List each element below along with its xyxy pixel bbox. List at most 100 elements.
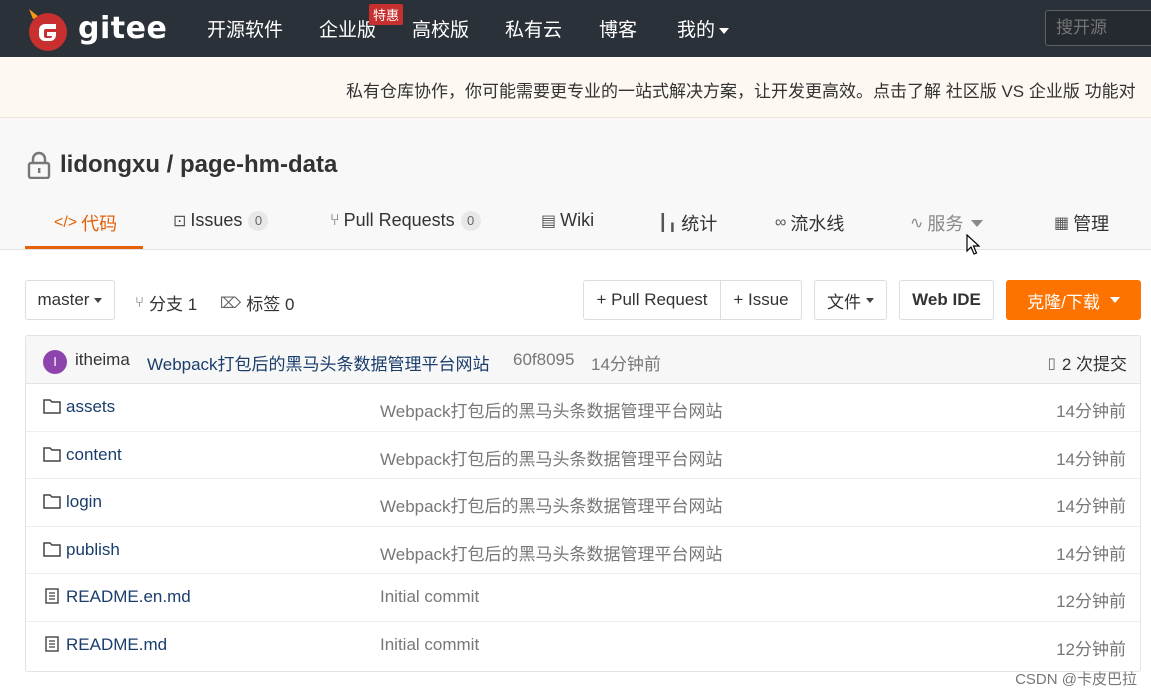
commit-author[interactable]: itheima [75,350,130,370]
repo-separator: / [159,151,180,178]
file-row[interactable]: content Webpack打包后的黑马头条数据管理平台网站 14分钟前 [26,432,1140,479]
active-tab-indicator [25,246,143,249]
tab-wiki-label: Wiki [560,210,595,230]
commit-count-link[interactable]: ▯ 2 次提交 [1048,350,1127,375]
file-commit-message[interactable]: Initial commit [380,635,479,655]
lock-icon [27,151,51,179]
file-commit-time: 14分钟前 [1056,449,1126,469]
chevron-down-icon [971,219,984,227]
tab-code[interactable]: </> 代码 [54,210,117,236]
file-commit-message[interactable]: Webpack打包后的黑马头条数据管理平台网站 [380,397,723,422]
wiki-icon: ▤ [541,212,557,230]
tab-stats[interactable]: ┃╻ 统计 [658,210,717,236]
file-name[interactable]: README.en.md [66,587,191,607]
branch-icon: ⑂ [135,294,145,311]
gitee-logo[interactable]: gitee [25,5,167,51]
file-commit-time: 14分钟前 [1056,402,1126,421]
file-menu-label: 文件 [827,292,861,312]
branch-select-label: master [37,290,90,309]
tag-icon: ⌦ [220,294,242,312]
nav-mine[interactable]: 我的 [677,15,730,42]
tab-pr-label: Pull Requests [343,210,455,230]
repo-name[interactable]: page-hm-data [180,151,337,178]
nav-education[interactable]: 高校版 [412,15,469,42]
watermark: CSDN @卡皮巴拉 [1015,671,1137,688]
clone-download-button[interactable]: 克隆/下载 [1006,280,1141,320]
tab-pull-requests[interactable]: ⑂ Pull Requests 0 [330,210,481,231]
file-icon [45,588,59,604]
file-commit-message[interactable]: Webpack打包后的黑马头条数据管理平台网站 [380,540,723,565]
branch-select[interactable]: master [25,280,115,320]
chevron-down-icon [719,27,730,34]
repo-title: lidongxu / page-hm-data [60,151,337,179]
chevron-down-icon [1109,297,1120,303]
new-issue-button[interactable]: + Issue [720,280,802,320]
tab-pipeline[interactable]: ∞ 流水线 [775,210,844,236]
tab-manage[interactable]: ▦ 管理 [1054,210,1109,236]
issues-count: 0 [248,210,269,231]
file-row[interactable]: README.md Initial commit 12分钟前 [26,622,1140,670]
file-name[interactable]: README.md [66,635,167,655]
file-list: I itheima Webpack打包后的黑马头条数据管理平台网站 60f809… [25,335,1141,672]
nav-private-cloud[interactable]: 私有云 [505,15,562,42]
chart-icon: ┃╻ [658,215,678,232]
tab-wiki[interactable]: ▤ Wiki [541,210,594,231]
pulse-icon: ∿ [910,215,924,232]
commit-message[interactable]: Webpack打包后的黑马头条数据管理平台网站 [147,350,490,375]
file-row[interactable]: publish Webpack打包后的黑马头条数据管理平台网站 14分钟前 [26,527,1140,574]
commit-time: 14分钟前 [591,355,661,374]
mouse-cursor-icon [966,234,980,255]
nav-blog[interactable]: 博客 [599,15,637,42]
commit-hash[interactable]: 60f8095 [513,350,574,370]
file-commit-time: 12分钟前 [1056,639,1126,659]
gitee-logo-icon [29,9,67,51]
search-input[interactable] [1045,10,1151,46]
file-name[interactable]: assets [66,397,115,417]
file-commit-message[interactable]: Webpack打包后的黑马头条数据管理平台网站 [380,445,723,470]
file-commit-message[interactable]: Initial commit [380,587,479,607]
nav-open-source[interactable]: 开源软件 [207,15,283,42]
branches-label: 分支 1 [149,295,198,314]
promo-badge: 特惠 [369,4,404,25]
file-commit-time: 14分钟前 [1056,544,1126,564]
pull-request-icon: ⑂ [330,211,340,229]
folder-icon [43,541,61,557]
tab-services-label: 服务 [927,214,964,234]
file-commit-time: 14分钟前 [1056,497,1126,516]
tab-services[interactable]: ∿ 服务 [910,210,984,236]
file-row[interactable]: README.en.md Initial commit 12分钟前 [26,574,1140,622]
promo-text[interactable]: 私有仓库协作，你可能需要更专业的一站式解决方案，让开发更高效。点击了解 社区版 … [346,77,1136,102]
new-pull-request-button[interactable]: + Pull Request [583,280,721,320]
tab-stats-label: 统计 [681,214,718,234]
nav-enterprise[interactable]: 企业版 [319,15,376,42]
tab-issues[interactable]: ⊡ Issues 0 [173,210,269,231]
file-row[interactable]: assets Webpack打包后的黑马头条数据管理平台网站 14分钟前 [26,384,1140,432]
avatar[interactable]: I [43,350,67,374]
folder-icon [43,399,61,414]
promo-banner: 私有仓库协作，你可能需要更专业的一站式解决方案，让开发更高效。点击了解 社区版 … [0,57,1151,118]
chevron-down-icon [94,297,103,303]
logo-text: gitee [78,11,168,46]
web-ide-button[interactable]: Web IDE [899,280,994,320]
file-name[interactable]: content [66,445,122,465]
file-name[interactable]: publish [66,540,120,560]
folder-icon [43,446,61,462]
issues-icon: ⊡ [173,212,187,230]
commits-icon: ▯ [1047,354,1056,372]
tab-issues-label: Issues [190,210,243,230]
folder-icon [43,494,61,509]
file-name[interactable]: login [66,492,102,512]
manage-icon: ▦ [1054,215,1070,232]
file-commit-time: 12分钟前 [1056,592,1126,611]
file-menu-button[interactable]: 文件 [814,280,887,320]
repo-owner[interactable]: lidongxu [60,151,160,178]
chevron-down-icon [866,297,874,303]
tab-manage-label: 管理 [1073,214,1110,234]
branches-link[interactable]: ⑂ 分支 1 [135,290,197,315]
file-commit-message[interactable]: Webpack打包后的黑马头条数据管理平台网站 [380,492,723,517]
pr-count: 0 [460,210,481,231]
nav-mine-label: 我的 [677,20,716,41]
tags-link[interactable]: ⌦ 标签 0 [220,290,294,315]
file-row[interactable]: login Webpack打包后的黑马头条数据管理平台网站 14分钟前 [26,479,1140,527]
tags-label: 标签 0 [246,295,295,314]
